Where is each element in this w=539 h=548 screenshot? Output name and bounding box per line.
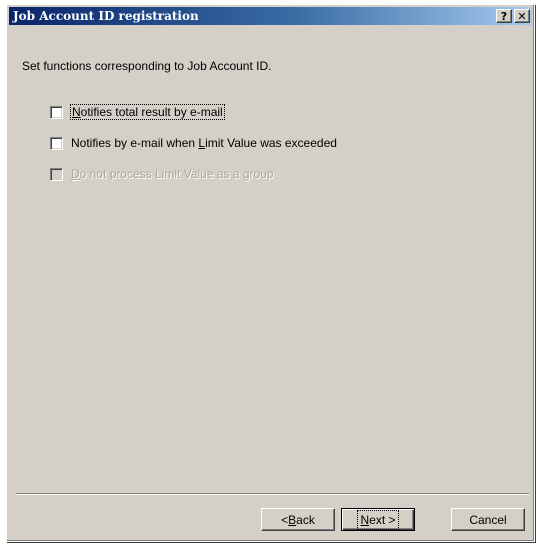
label-text-post: imit Value was exceeded — [205, 136, 337, 150]
label-mnemonic: D — [71, 167, 80, 181]
option-no-group-limit: Do not process Limit Value as a group — [50, 167, 274, 181]
close-icon: ✕ — [517, 9, 527, 23]
instruction-text: Set functions corresponding to Job Accou… — [22, 59, 272, 73]
notify-total-result-label[interactable]: Notifies total result by e-mail — [70, 104, 225, 120]
no-group-limit-checkbox — [50, 167, 63, 181]
label-mnemonic: N — [72, 105, 81, 119]
notify-limit-exceeded-label[interactable]: Notifies by e-mail when Limit Value was … — [71, 136, 337, 150]
title-bar[interactable]: Job Account ID registration ? ✕ — [9, 7, 532, 25]
title-bar-buttons: ? ✕ — [496, 9, 530, 23]
button-mnemonic: N — [360, 512, 370, 527]
dialog-window: Job Account ID registration ? ✕ — [6, 4, 535, 542]
notify-limit-exceeded-checkbox[interactable] — [50, 136, 63, 150]
button-text-post: ext > — [369, 512, 396, 527]
option-notify-limit-exceeded[interactable]: Notifies by e-mail when Limit Value was … — [50, 136, 337, 150]
cancel-button[interactable]: Cancel — [451, 508, 525, 531]
no-group-limit-label: Do not process Limit Value as a group — [71, 167, 274, 181]
label-text-pre: Notifies by e-mail when — [71, 136, 199, 150]
next-button[interactable]: Next > — [341, 508, 415, 531]
notify-total-result-checkbox[interactable] — [50, 105, 63, 119]
dialog-title: Job Account ID registration — [13, 9, 199, 23]
label-text-post: o not process Limit Value as a group — [79, 167, 274, 181]
button-text-pre: < — [281, 512, 289, 527]
label-text-post: otifies total result by e-mail — [80, 105, 223, 119]
back-button[interactable]: < Back — [261, 508, 335, 531]
close-button[interactable]: ✕ — [514, 9, 530, 23]
button-text-post: ack — [296, 512, 315, 527]
footer-separator — [16, 493, 529, 495]
help-button[interactable]: ? — [496, 9, 512, 23]
option-notify-total-result[interactable]: Notifies total result by e-mail — [50, 104, 225, 120]
button-mnemonic: B — [288, 512, 297, 527]
next-button-label: Next > — [357, 509, 399, 530]
